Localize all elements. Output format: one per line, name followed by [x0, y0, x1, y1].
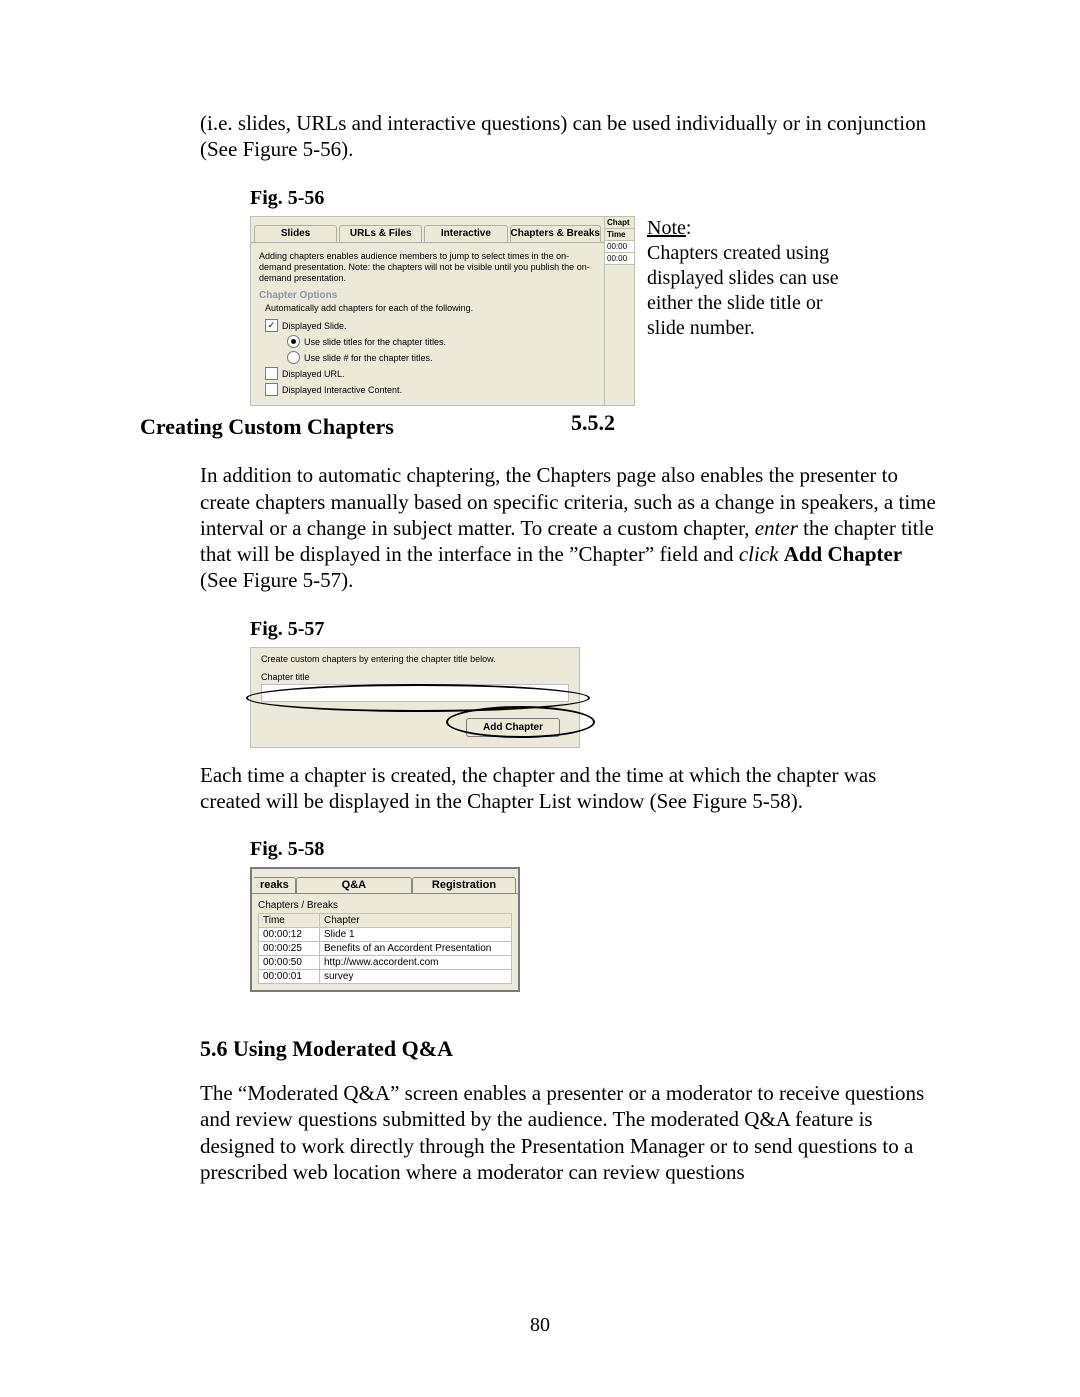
fig56-side-table: Chapt Time 00:00 00:00 — [605, 216, 635, 407]
tab-interactive[interactable]: Interactive — [424, 225, 507, 242]
paragraph-custom-chapters: In addition to automatic chaptering, the… — [200, 462, 940, 593]
table-row[interactable]: 00:00:50http://www.accordent.com — [259, 956, 512, 970]
side-cell: 00:00 — [605, 241, 634, 253]
fig56-group-title: Chapter Options — [259, 290, 596, 301]
side-header-time: Time — [605, 229, 634, 241]
tab-urls[interactable]: URLs & Files — [339, 225, 422, 242]
fig56-panel: Slides URLs & Files Interactive Chapters… — [250, 216, 605, 407]
tab-breaks-partial[interactable]: reaks — [254, 877, 296, 893]
radio-use-numbers-label: Use slide # for the chapter titles. — [304, 353, 433, 363]
chapter-list-table: Time Chapter 00:00:12Slide 1 00:00:25Ben… — [258, 913, 512, 984]
tab-registration[interactable]: Registration — [412, 877, 516, 893]
fig57-legend: Create custom chapters by entering the c… — [261, 654, 569, 664]
checkbox-displayed-slide-label: Displayed Slide. — [282, 321, 347, 331]
note-title: Note — [647, 217, 686, 239]
tab-chapters[interactable]: Chapters & Breaks — [510, 225, 601, 242]
chapter-title-input[interactable] — [261, 684, 569, 702]
table-row[interactable]: 00:00:12Slide 1 — [259, 928, 512, 942]
checkbox-displayed-interactive[interactable] — [265, 383, 278, 396]
checkbox-displayed-interactive-label: Displayed Interactive Content. — [282, 385, 402, 395]
paragraph-moderated-qa: The “Moderated Q&A” screen enables a pre… — [200, 1080, 940, 1185]
fig56-intro: Adding chapters enables audience members… — [259, 251, 596, 285]
col-chapter: Chapter — [320, 914, 512, 928]
note-body: Chapters created using displayed slides … — [647, 242, 839, 339]
intro-paragraph: (i.e. slides, URLs and interactive quest… — [200, 110, 940, 163]
section-title-552: Creating Custom Chapters — [140, 414, 940, 440]
add-chapter-button[interactable]: Add Chapter — [466, 718, 560, 737]
section-title-56: 5.6 Using Moderated Q&A — [200, 1036, 940, 1062]
fig57-panel: Create custom chapters by entering the c… — [250, 647, 580, 748]
tab-slides[interactable]: Slides — [254, 225, 337, 242]
radio-use-titles[interactable] — [287, 335, 300, 348]
fig58-group-label: Chapters / Breaks — [258, 900, 512, 911]
checkbox-displayed-url-label: Displayed URL. — [282, 369, 345, 379]
radio-use-titles-label: Use slide titles for the chapter titles. — [304, 337, 446, 347]
section-number-552: 5.5.2 — [571, 410, 615, 436]
fig57-field-label: Chapter title — [261, 672, 569, 682]
fig57-label: Fig. 5-57 — [250, 618, 940, 641]
paragraph-chapter-list: Each time a chapter is created, the chap… — [200, 762, 940, 815]
page-number: 80 — [0, 1314, 1080, 1337]
side-cell: 00:00 — [605, 253, 634, 265]
side-header-chapt: Chapt — [605, 217, 634, 229]
col-time: Time — [259, 914, 320, 928]
tab-qa[interactable]: Q&A — [296, 877, 412, 893]
fig58-panel: reaks Q&A Registration Chapters / Breaks… — [250, 867, 520, 992]
fig58-label: Fig. 5-58 — [250, 838, 940, 861]
table-row[interactable]: 00:00:25Benefits of an Accordent Present… — [259, 942, 512, 956]
radio-use-numbers[interactable] — [287, 351, 300, 364]
fig56-label: Fig. 5-56 — [250, 187, 940, 210]
table-row[interactable]: 00:00:01survey — [259, 970, 512, 984]
checkbox-displayed-slide[interactable]: ✓ — [265, 319, 278, 332]
checkbox-displayed-url[interactable] — [265, 367, 278, 380]
note: Note: Chapters created using displayed s… — [647, 216, 857, 341]
fig56-subtext: Automatically add chapters for each of t… — [265, 303, 596, 313]
